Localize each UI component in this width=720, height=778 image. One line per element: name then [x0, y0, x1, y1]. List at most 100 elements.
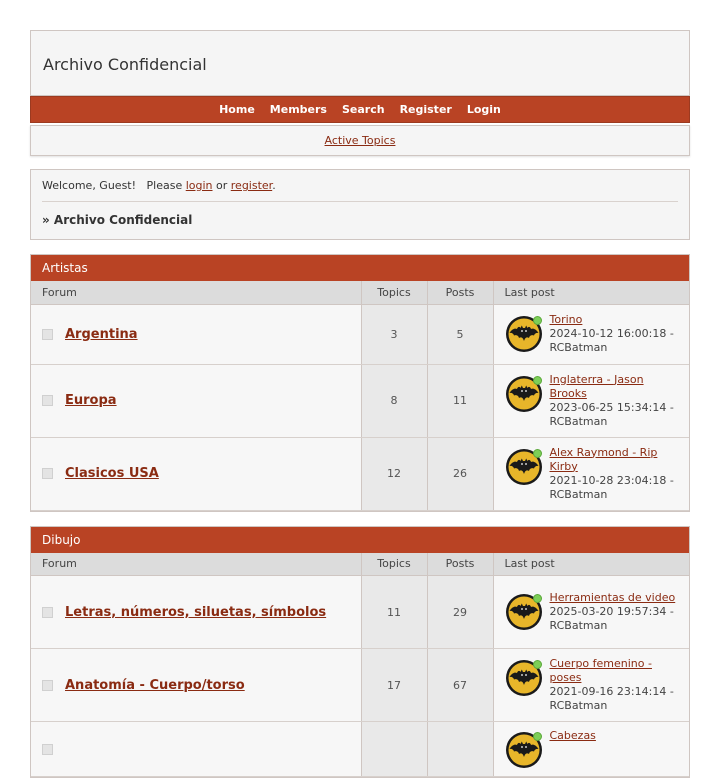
nav-members-link[interactable]: Members: [270, 103, 327, 116]
table-row: Argentina 35 Torino2024-10-12 16:00:18 -RC…: [31, 304, 689, 364]
last-post-info: Inglaterra - Jason Brooks2023-06-25 15:3…: [550, 373, 682, 429]
column-header-forum: Forum: [31, 281, 361, 304]
last-post-user[interactable]: RCBatman: [550, 699, 608, 712]
topics-count: 12: [361, 437, 427, 510]
last-post-link[interactable]: Cuerpo femenino - poses: [550, 657, 652, 684]
last-post-cell: Herramientas de video2025-03-20 19:57:34…: [493, 576, 689, 649]
table-row: Europa811Inglaterra - Jason Brooks2023-0…: [31, 364, 689, 437]
site-title[interactable]: Archivo Confidencial: [43, 55, 207, 74]
column-header-topics: Topics: [361, 553, 427, 576]
column-header-last-post: Last post: [493, 281, 689, 304]
forum-name-cell: Europa: [31, 364, 361, 437]
last-post-cell: Cabezas: [493, 722, 689, 777]
page-wrapper: Archivo Confidencial Home Members Search…: [30, 30, 690, 778]
last-post-info: Torino2024-10-12 16:00:18 -RCBatman: [550, 313, 674, 355]
last-post-date: 2025-03-20 19:57:34 -: [550, 605, 674, 618]
user-avatar[interactable]: [505, 731, 543, 769]
forum-table: ForumTopicsPostsLast post Letras, números…: [31, 553, 689, 778]
category-title[interactable]: Dibujo: [31, 527, 689, 553]
online-status-dot: [533, 732, 542, 741]
topics-count: 17: [361, 649, 427, 722]
last-post-info: Alex Raymond - Rip Kirby2021-10-28 23:04…: [550, 446, 682, 502]
forum-link[interactable]: Europa: [65, 393, 117, 408]
last-post-link[interactable]: Alex Raymond - Rip Kirby: [550, 446, 658, 473]
forum-read-icon: [42, 329, 53, 340]
nav-register-link[interactable]: Register: [400, 103, 452, 116]
table-header-row: ForumTopicsPostsLast post: [31, 281, 689, 304]
forum-name-cell: Letras, números, siluetas, símbolos: [31, 576, 361, 649]
last-post-info: Cabezas: [550, 729, 596, 757]
forum-name-cell: [31, 722, 361, 777]
posts-count: 5: [427, 304, 493, 364]
last-post-user[interactable]: RCBatman: [550, 488, 608, 501]
category-title[interactable]: Artistas: [31, 255, 689, 281]
active-topics-link[interactable]: Active Topics: [325, 134, 396, 147]
last-post-date: 2021-09-16 23:14:14 -: [550, 685, 674, 698]
posts-count: 67: [427, 649, 493, 722]
forum-read-icon: [42, 744, 53, 755]
forum-read-icon: [42, 680, 53, 691]
last-post-info: Cuerpo femenino - poses2021-09-16 23:14:…: [550, 657, 682, 713]
posts-count: 11: [427, 364, 493, 437]
forum-read-icon: [42, 468, 53, 479]
last-post-link[interactable]: Torino: [550, 313, 583, 326]
column-header-topics: Topics: [361, 281, 427, 304]
last-post-cell: Inglaterra - Jason Brooks2023-06-25 15:3…: [493, 364, 689, 437]
last-post-user[interactable]: RCBatman: [550, 341, 608, 354]
last-post-info: Herramientas de video2025-03-20 19:57:34…: [550, 591, 676, 633]
last-post-link[interactable]: Cabezas: [550, 729, 596, 742]
category-list: ArtistasForumTopicsPostsLast postArgenti…: [30, 254, 690, 778]
last-post-user[interactable]: RCBatman: [550, 619, 608, 632]
divider: [42, 201, 678, 202]
welcome-or-text: or: [213, 179, 231, 192]
sub-navbar: Active Topics: [30, 125, 690, 156]
last-post-cell: Alex Raymond - Rip Kirby2021-10-28 23:04…: [493, 437, 689, 510]
forum-name-cell: Argentina: [31, 304, 361, 364]
site-header: Archivo Confidencial: [30, 30, 690, 96]
last-post-user[interactable]: RCBatman: [550, 415, 608, 428]
user-avatar[interactable]: [505, 375, 543, 413]
online-status-dot: [533, 594, 542, 603]
forum-link[interactable]: Argentina: [65, 327, 138, 342]
user-avatar[interactable]: [505, 659, 543, 697]
last-post-cell: Cuerpo femenino - poses2021-09-16 23:14:…: [493, 649, 689, 722]
user-avatar[interactable]: [505, 448, 543, 486]
login-link[interactable]: login: [186, 179, 213, 192]
welcome-suffix: .: [272, 179, 276, 192]
online-status-dot: [533, 660, 542, 669]
last-post-link[interactable]: Herramientas de video: [550, 591, 676, 604]
forum-link[interactable]: Clasicos USA: [65, 466, 159, 481]
column-header-posts: Posts: [427, 553, 493, 576]
topics-count: 3: [361, 304, 427, 364]
welcome-line: Welcome, Guest! Please login or register…: [42, 179, 678, 192]
forum-read-icon: [42, 607, 53, 618]
forum-table: ForumTopicsPostsLast post Argentina 35 Tori…: [31, 281, 689, 511]
user-avatar[interactable]: [505, 315, 543, 353]
column-header-forum: Forum: [31, 553, 361, 576]
online-status-dot: [533, 316, 542, 325]
online-status-dot: [533, 376, 542, 385]
nav-search-link[interactable]: Search: [342, 103, 385, 116]
last-post-cell: Torino2024-10-12 16:00:18 -RCBatman: [493, 304, 689, 364]
forum-link[interactable]: Letras, números, siluetas, símbolos: [65, 605, 326, 620]
column-header-last-post: Last post: [493, 553, 689, 576]
online-status-dot: [533, 449, 542, 458]
last-post-link[interactable]: Inglaterra - Jason Brooks: [550, 373, 644, 400]
forum-link[interactable]: Anatomía - Cuerpo/torso: [65, 678, 245, 693]
topics-count: [361, 722, 427, 777]
forum-category: ArtistasForumTopicsPostsLast postArgenti…: [30, 254, 690, 512]
column-header-posts: Posts: [427, 281, 493, 304]
user-avatar[interactable]: [505, 593, 543, 631]
last-post-date: 2023-06-25 15:34:14 -: [550, 401, 674, 414]
nav-login-link[interactable]: Login: [467, 103, 501, 116]
register-link[interactable]: register: [231, 179, 272, 192]
welcome-text: Welcome, Guest! Please: [42, 179, 186, 192]
posts-count: [427, 722, 493, 777]
nav-home-link[interactable]: Home: [219, 103, 255, 116]
table-header-row: ForumTopicsPostsLast post: [31, 553, 689, 576]
table-row: Clasicos USA1226Alex Raymond - Rip Kirby…: [31, 437, 689, 510]
welcome-box: Welcome, Guest! Please login or register…: [30, 169, 690, 240]
last-post-date: 2024-10-12 16:00:18 -: [550, 327, 674, 340]
forum-category: DibujoForumTopicsPostsLast post Letras, n…: [30, 526, 690, 778]
forum-read-icon: [42, 395, 53, 406]
